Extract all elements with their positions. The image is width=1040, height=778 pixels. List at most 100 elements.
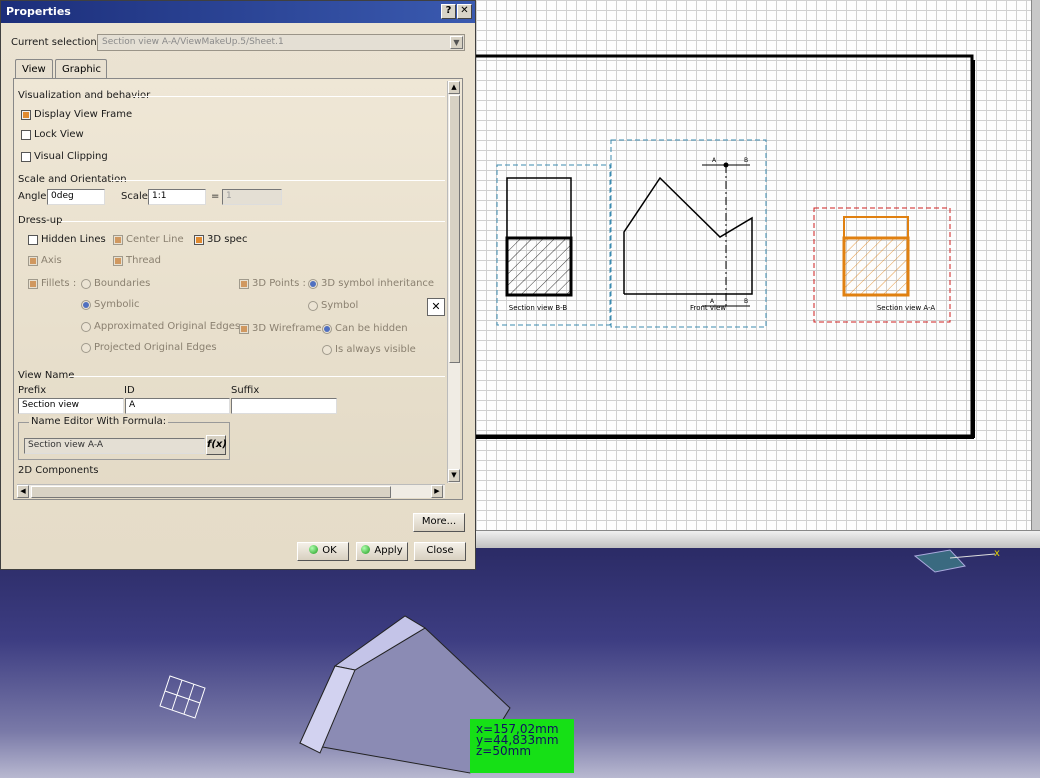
- scale-label: Scale:: [121, 191, 152, 202]
- 3d-wireframe-checkbox[interactable]: [239, 324, 249, 334]
- can-be-hidden-label: Can be hidden: [335, 323, 408, 334]
- equals-sign: =: [211, 191, 220, 202]
- scroll-thumb[interactable]: [449, 95, 460, 363]
- drawing-canvas[interactable]: Section view B-B A B A B Front view Sect…: [476, 0, 1040, 540]
- suffix-input[interactable]: [231, 398, 337, 414]
- compass-icon[interactable]: [159, 675, 206, 719]
- apply-button[interactable]: Apply: [356, 542, 408, 561]
- suffix-label: Suffix: [231, 385, 260, 396]
- cut-label-b-bottom: B: [744, 298, 748, 305]
- front-view-label: Front view: [690, 304, 726, 312]
- dressup-header: Dress-up: [18, 215, 63, 226]
- front-view[interactable]: A B A B Front view: [610, 139, 767, 328]
- divider: [69, 376, 445, 377]
- tab-view[interactable]: View: [15, 59, 53, 79]
- symbol-picker-button[interactable]: ✕: [427, 298, 445, 316]
- visual-clipping-checkbox[interactable]: [21, 152, 31, 162]
- ok-button[interactable]: OK: [297, 542, 349, 561]
- always-visible-label: Is always visible: [335, 344, 416, 355]
- symbol-label: Symbol: [321, 300, 359, 311]
- tab-graphic[interactable]: Graphic: [55, 59, 107, 79]
- symbol-inheritance-radio[interactable]: [308, 279, 318, 289]
- close-icon[interactable]: ✕: [457, 4, 472, 19]
- divider: [133, 96, 445, 97]
- close-button[interactable]: Close: [414, 542, 466, 561]
- axis-label: Axis: [41, 255, 62, 266]
- axis-triad-icon[interactable]: x: [913, 548, 1000, 573]
- symbol-inheritance-label: 3D symbol inheritance: [321, 278, 435, 289]
- divider: [111, 180, 445, 181]
- scroll-right-icon[interactable]: ▶: [431, 485, 443, 498]
- fillets-label: Fillets :: [41, 278, 77, 289]
- display-view-frame-checkbox[interactable]: [21, 110, 31, 120]
- thread-label: Thread: [126, 255, 161, 266]
- 3d-spec-checkbox[interactable]: [194, 235, 204, 245]
- section-aa-label: Section view A-A: [877, 304, 936, 312]
- cut-label-a-top: A: [712, 157, 717, 164]
- dialog-titlebar[interactable]: Properties ? ✕: [1, 1, 475, 23]
- hidden-lines-checkbox[interactable]: [28, 235, 38, 245]
- current-selection-combo[interactable]: Section view A-A/ViewMakeUp.5/Sheet.1 ▼: [97, 34, 465, 51]
- thread-checkbox[interactable]: [113, 256, 123, 266]
- svg-text:x: x: [994, 548, 1000, 559]
- help-button[interactable]: ?: [441, 4, 456, 19]
- 3d-points-label: 3D Points :: [252, 278, 306, 289]
- section-bb-label: Section view B-B: [509, 304, 568, 312]
- panel-vertical-scrollbar[interactable]: ▲ ▼: [447, 81, 460, 483]
- coord-z: z=50mm: [476, 744, 532, 758]
- display-view-frame-label: Display View Frame: [34, 109, 133, 120]
- properties-dialog: Properties ? ✕ Current selection : Secti…: [0, 0, 476, 570]
- lock-view-label: Lock View: [34, 129, 84, 140]
- center-line-label: Center Line: [126, 234, 184, 245]
- scroll-left-icon[interactable]: ◀: [17, 485, 29, 498]
- symbol-radio[interactable]: [308, 301, 318, 311]
- 3d-spec-label: 3D spec: [207, 234, 248, 245]
- angle-label: Angle:: [18, 191, 50, 202]
- lock-view-checkbox[interactable]: [21, 130, 31, 140]
- apply-icon: [361, 545, 371, 554]
- ok-icon: [309, 545, 319, 554]
- id-label: ID: [124, 385, 135, 396]
- coordinate-readout: x=157,02mm y=44,833mm z=50mm: [470, 719, 574, 773]
- axis-checkbox[interactable]: [28, 256, 38, 266]
- name-editor-header: Name Editor With Formula:: [29, 416, 169, 427]
- divider: [61, 221, 445, 222]
- formula-field[interactable]: Section view A-A: [24, 438, 205, 454]
- projected-edges-label: Projected Original Edges: [94, 342, 217, 353]
- center-line-checkbox[interactable]: [113, 235, 123, 245]
- scroll-up-icon[interactable]: ▲: [448, 81, 460, 94]
- section-view-b-b[interactable]: Section view B-B: [496, 164, 611, 326]
- current-selection-label: Current selection :: [11, 37, 104, 48]
- chevron-down-icon[interactable]: ▼: [450, 36, 463, 49]
- can-be-hidden-radio[interactable]: [322, 324, 332, 334]
- approximated-edges-radio[interactable]: [81, 322, 91, 332]
- scale-input[interactable]: 1:1: [148, 189, 206, 205]
- 3d-wireframe-label: 3D Wireframe: [252, 323, 322, 334]
- section-view-a-a[interactable]: Section view A-A: [813, 207, 951, 323]
- fillets-checkbox[interactable]: [28, 279, 38, 289]
- symbolic-radio[interactable]: [81, 300, 91, 310]
- formula-button[interactable]: f(x): [206, 435, 227, 455]
- scroll-down-icon[interactable]: ▼: [448, 469, 460, 482]
- prefix-label: Prefix: [18, 385, 47, 396]
- always-visible-radio[interactable]: [322, 345, 332, 355]
- scale-result-field: 1: [222, 189, 282, 205]
- id-input[interactable]: A: [125, 398, 230, 414]
- cut-label-b-top: B: [744, 157, 748, 164]
- prefix-input[interactable]: Section view: [18, 398, 124, 414]
- more-button[interactable]: More...: [413, 513, 465, 532]
- view-name-header: View Name: [18, 370, 75, 381]
- boundaries-label: Boundaries: [94, 278, 151, 289]
- 3d-points-checkbox[interactable]: [239, 279, 249, 289]
- visualization-header: Visualization and behavior: [18, 90, 151, 101]
- scroll-thumb[interactable]: [31, 486, 391, 498]
- projected-edges-radio[interactable]: [81, 343, 91, 353]
- dialog-title: Properties: [6, 5, 71, 18]
- boundaries-radio[interactable]: [81, 279, 91, 289]
- panel-horizontal-scrollbar[interactable]: ◀ ▶: [17, 484, 445, 498]
- visual-clipping-label: Visual Clipping: [34, 151, 108, 162]
- approximated-edges-label: Approximated Original Edges: [94, 321, 241, 332]
- 2d-components-header: 2D Components: [18, 465, 99, 476]
- angle-input[interactable]: 0deg: [47, 189, 105, 205]
- symbolic-label: Symbolic: [94, 299, 140, 310]
